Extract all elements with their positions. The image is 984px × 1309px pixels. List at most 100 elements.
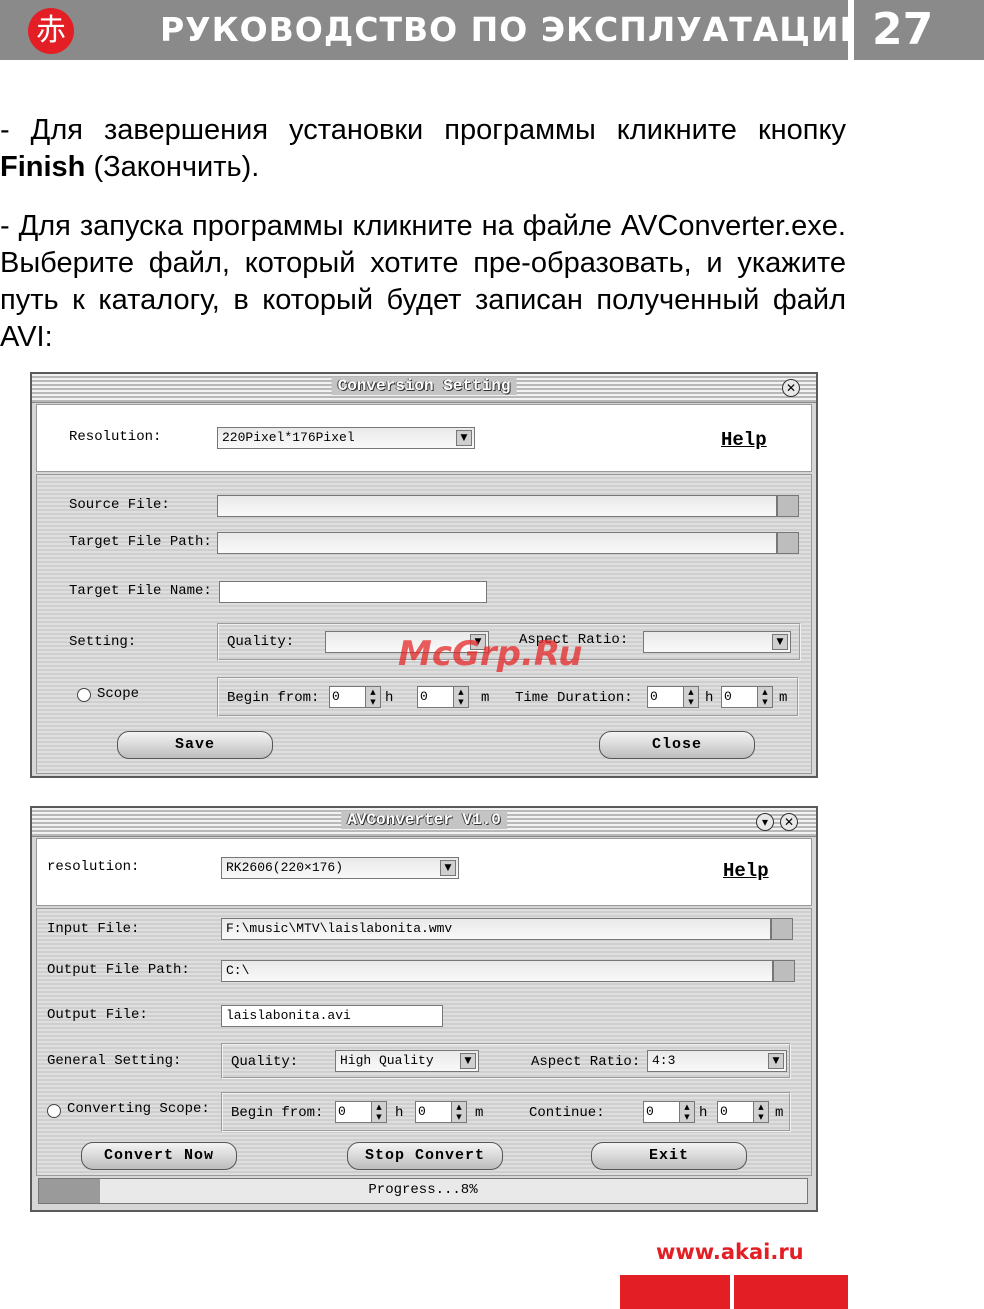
output-path-value: C:\ — [226, 963, 250, 978]
output-path-field[interactable]: C:\ — [221, 960, 773, 982]
spin-value: 0 — [650, 689, 658, 704]
title-bar[interactable]: AVConverter V1.0 ▾ ✕ — [32, 808, 816, 837]
output-file-field[interactable]: laislabonita.avi — [221, 1005, 443, 1027]
resolution-select[interactable]: RK2606(220×176) ▼ — [221, 857, 459, 879]
stop-convert-button[interactable]: Stop Convert — [347, 1142, 503, 1170]
browse-input-button[interactable] — [771, 918, 793, 940]
spin-arrows-icon[interactable]: ▲ ▼ — [757, 687, 772, 707]
watermark: McGrp.Ru — [398, 634, 583, 674]
continue-label: Continue: — [529, 1105, 605, 1121]
settings-section: Source File: Target File Path: Target Fi… — [36, 474, 812, 774]
begin-minute-stepper[interactable]: 0 ▲ ▼ — [417, 686, 469, 708]
spin-value: 0 — [720, 1104, 728, 1119]
footer-bar — [620, 1275, 730, 1309]
target-path-label: Target File Path: — [69, 534, 212, 550]
hour-unit: h — [705, 690, 714, 706]
akai-logo: 赤 — [28, 8, 74, 54]
spin-arrows-icon[interactable]: ▲ ▼ — [753, 1102, 768, 1122]
resolution-label: resolution: — [47, 859, 140, 875]
spin-value: 0 — [418, 1104, 426, 1119]
spin-arrows-icon[interactable]: ▲ ▼ — [679, 1102, 694, 1122]
chevron-down-icon: ▼ — [440, 860, 456, 876]
title-bar[interactable]: Conversion Setting ✕ — [32, 374, 816, 403]
input-file-label: Input File: — [47, 921, 140, 937]
window-title: AVConverter V1.0 — [341, 811, 507, 829]
spin-value: 0 — [646, 1104, 654, 1119]
output-path-label: Output File Path: — [47, 962, 190, 978]
quality-label: Quality: — [227, 634, 295, 650]
footer-bar — [734, 1275, 848, 1309]
begin-hour-stepper[interactable]: 0 ▲ ▼ — [329, 686, 381, 708]
duration-label: Time Duration: — [515, 690, 633, 706]
spin-value: 0 — [332, 689, 340, 704]
source-file-label: Source File: — [69, 497, 170, 513]
hour-unit: h — [385, 690, 394, 706]
spin-arrows-icon[interactable]: ▲ ▼ — [451, 1102, 466, 1122]
browse-output-button[interactable] — [773, 960, 795, 982]
footer-url[interactable]: www.akai.ru — [656, 1240, 804, 1264]
help-link[interactable]: Help — [721, 429, 767, 451]
help-link[interactable]: Help — [723, 860, 769, 882]
minute-unit: m — [775, 1105, 784, 1121]
resolution-select[interactable]: 220Pixel*176Pixel ▼ — [217, 427, 475, 449]
scope-label: Scope — [97, 686, 140, 702]
quality-select[interactable]: High Quality ▼ — [335, 1050, 479, 1072]
resolution-section: Resolution: 220Pixel*176Pixel ▼ Help — [36, 404, 812, 472]
spin-value: 0 — [420, 689, 428, 704]
input-file-field[interactable]: F:\music\MTV\laislabonita.wmv — [221, 918, 771, 940]
close-icon[interactable]: ✕ — [782, 379, 800, 397]
page-header: 赤 РУКОВОДСТВО ПО ЭКСПЛУАТАЦИИ — [0, 0, 867, 60]
aspect-label: Aspect Ratio: — [531, 1054, 641, 1070]
chevron-down-icon: ▼ — [772, 634, 788, 650]
hour-unit: h — [699, 1105, 708, 1121]
hour-unit: h — [395, 1105, 404, 1121]
scope-group: Begin from: 0 ▲ ▼ h 0 ▲ ▼ m Time Duration: 0… — [217, 677, 799, 717]
begin-hour-stepper[interactable]: 0 ▲ ▼ — [335, 1101, 387, 1123]
progress-label: Progress...8% — [368, 1182, 478, 1198]
save-button[interactable]: Save — [117, 731, 273, 759]
quality-value: High Quality — [340, 1053, 434, 1068]
converting-scope-radio[interactable] — [47, 1104, 61, 1118]
convert-now-button[interactable]: Convert Now — [81, 1142, 237, 1170]
source-file-input[interactable] — [217, 495, 777, 517]
output-file-value: laislabonita.avi — [226, 1008, 351, 1023]
chevron-down-icon: ▼ — [456, 430, 472, 446]
chevron-down-icon: ▼ — [768, 1053, 784, 1069]
minute-unit: m — [475, 1105, 484, 1121]
spin-arrows-icon[interactable]: ▲ ▼ — [365, 687, 380, 707]
spin-arrows-icon[interactable]: ▲ ▼ — [683, 687, 698, 707]
scope-group: Begin from: 0 ▲ ▼ h 0 ▲ ▼ m Continue: 0 ▲ ▼ h … — [221, 1092, 791, 1132]
duration-hour-stepper[interactable]: 0 ▲ ▼ — [647, 686, 699, 708]
begin-label: Begin from: — [231, 1105, 324, 1121]
duration-minute-stepper[interactable]: 0 ▲ ▼ — [721, 686, 773, 708]
resolution-value: RK2606(220×176) — [226, 860, 344, 875]
target-name-input[interactable] — [219, 581, 487, 603]
paragraph-text: - Для завершения установки программы кли… — [0, 114, 846, 146]
aspect-select[interactable]: 4:3 ▼ — [647, 1050, 787, 1072]
spin-arrows-icon[interactable]: ▲ ▼ — [371, 1102, 386, 1122]
begin-label: Begin from: — [227, 690, 320, 706]
page-number: 27 — [854, 0, 984, 60]
output-file-label: Output File: — [47, 1007, 148, 1023]
close-button[interactable]: Close — [599, 731, 755, 759]
spin-value: 0 — [338, 1104, 346, 1119]
general-setting-label: General Setting: — [47, 1053, 182, 1069]
continue-hour-stepper[interactable]: 0 ▲ ▼ — [643, 1101, 695, 1123]
browse-source-button[interactable] — [777, 495, 799, 517]
begin-minute-stepper[interactable]: 0 ▲ ▼ — [415, 1101, 467, 1123]
continue-minute-stepper[interactable]: 0 ▲ ▼ — [717, 1101, 769, 1123]
settings-section: Input File: F:\music\MTV\laislabonita.wm… — [36, 908, 812, 1176]
close-icon[interactable]: ✕ — [780, 813, 798, 831]
aspect-select[interactable]: ▼ — [643, 631, 791, 653]
spin-arrows-icon[interactable]: ▲ ▼ — [453, 687, 468, 707]
exit-button[interactable]: Exit — [591, 1142, 747, 1170]
converting-scope-label: Converting Scope: — [67, 1101, 210, 1117]
target-path-input[interactable] — [217, 532, 777, 554]
minimize-icon[interactable]: ▾ — [756, 813, 774, 831]
spin-value: 0 — [724, 689, 732, 704]
resolution-value: 220Pixel*176Pixel — [222, 430, 355, 445]
scope-radio[interactable] — [77, 688, 91, 702]
browse-target-button[interactable] — [777, 532, 799, 554]
window-title: Conversion Setting — [331, 377, 517, 395]
input-file-value: F:\music\MTV\laislabonita.wmv — [226, 921, 453, 936]
